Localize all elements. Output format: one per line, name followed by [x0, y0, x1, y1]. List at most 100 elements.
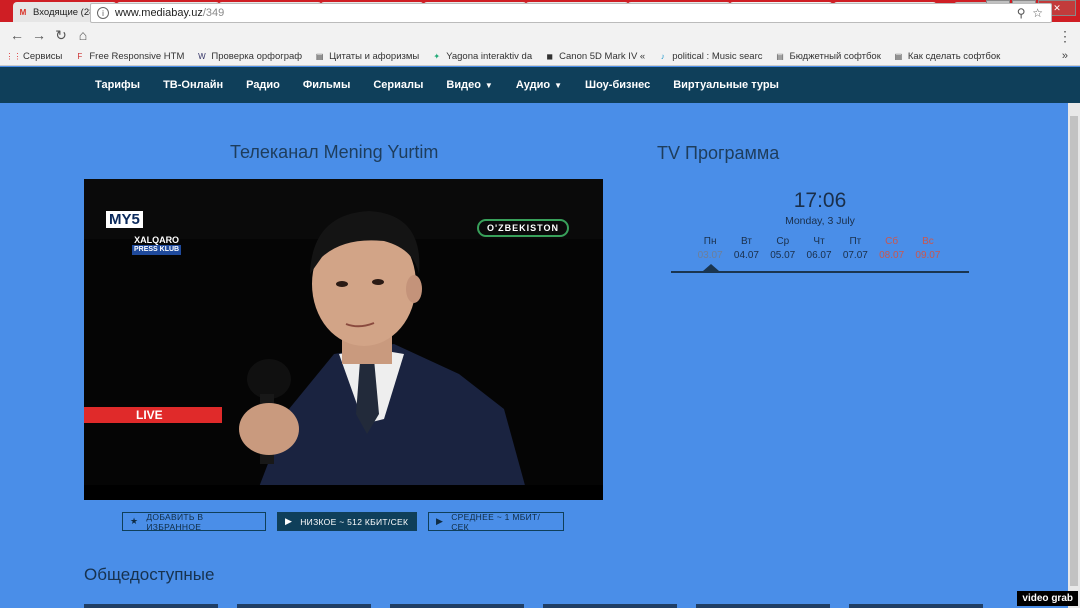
- nav-item[interactable]: Радио: [246, 79, 280, 91]
- day-tab[interactable]: Сб 08.07: [873, 236, 909, 261]
- bookmark-page-icon: ▤: [315, 52, 324, 61]
- card-strip: [543, 604, 677, 608]
- tv-program-title: TV Программа: [657, 143, 780, 163]
- bookmark-f-icon: F: [77, 52, 83, 61]
- day-name: Вт: [740, 236, 752, 247]
- medium-quality-button[interactable]: ▶ СРЕДНЕЕ ~ 1 МБИТ/СЕК: [428, 512, 564, 532]
- day-name: Пн: [703, 236, 717, 247]
- day-date: 04.07: [733, 250, 759, 261]
- omnibox-actions: ⚲ ☆: [1017, 6, 1043, 20]
- card-strip: [849, 604, 983, 608]
- nav-item-label: Виртуальные туры: [673, 79, 779, 91]
- bookmark-page-icon: ▤: [776, 52, 784, 61]
- apps-icon: ⋮⋮: [5, 52, 22, 61]
- nav-item[interactable]: ТВ-Онлайн: [163, 79, 223, 91]
- nav-item-label: Видео: [446, 79, 481, 91]
- nav-item[interactable]: Виртуальные туры: [673, 79, 779, 91]
- bookmark-item[interactable]: F Free Responsive HTM: [74, 51, 184, 62]
- reload-icon[interactable]: ↻: [50, 27, 72, 44]
- day-selector-line: [671, 271, 969, 273]
- uzbekistan-channel-logo: O'ZBEKISTON: [477, 219, 569, 237]
- day-name: Вс: [922, 236, 934, 247]
- browser-menu-icon[interactable]: ⋮: [1058, 28, 1072, 45]
- section-title: Общедоступные: [84, 565, 215, 584]
- forward-icon[interactable]: →: [28, 27, 50, 43]
- nav-item[interactable]: Тарифы: [95, 79, 140, 91]
- info-icon[interactable]: i: [97, 7, 109, 19]
- day-name: Ср: [776, 236, 790, 247]
- card-strip: [237, 604, 371, 608]
- address-bar[interactable]: i www.mediabay.uz/349 ⚲ ☆: [90, 3, 1052, 23]
- day-date: 08.07: [879, 250, 905, 261]
- day-selector: Пн 03.07 Вт 04.07 Ср 05.07 Чт 06.07 Пт 07.07 Сб 08.…: [692, 236, 946, 261]
- live-badge: LIVE: [84, 407, 222, 423]
- bookmark-label: Проверка орфограф: [211, 51, 303, 62]
- day-tab[interactable]: Вт 04.07: [728, 236, 764, 261]
- nav-item[interactable]: Фильмы: [303, 79, 350, 91]
- low-quality-button[interactable]: ▶ НИЗКОЕ ~ 512 КБИТ/СЕК: [277, 512, 417, 531]
- bookmark-item[interactable]: ▤ Как сделать софтбок: [893, 51, 1001, 62]
- play-icon: ▶: [285, 516, 293, 526]
- bookmarks-bar: ⋮⋮ Сервисы F Free Responsive HTM W Проверка о…: [0, 48, 1080, 66]
- current-date: Monday, 3 July: [785, 215, 855, 227]
- bookmark-item[interactable]: ✦ Yagona interaktiv da: [431, 51, 532, 62]
- bookmark-w-icon: W: [198, 52, 206, 61]
- nav-item-label: Сериалы: [373, 79, 424, 91]
- bookmark-item[interactable]: ▤ Бюджетный софтбок: [775, 51, 881, 62]
- bookmark-item[interactable]: ◼ Canon 5D Mark IV «: [544, 51, 645, 62]
- bookmark-label: political : Music searc: [672, 51, 763, 62]
- nav-item[interactable]: Видео ▼: [446, 79, 492, 91]
- chevron-down-icon: ▼: [484, 80, 493, 90]
- video-player[interactable]: MY5 XALQARO PRESS KLUB O'ZBEKISTON LIVE: [84, 179, 603, 500]
- day-tab[interactable]: Чт 06.07: [801, 236, 837, 261]
- bookmark-camera-icon: ◼: [546, 52, 553, 61]
- card-strip: [390, 604, 524, 608]
- bookmark-item[interactable]: ♪ political : Music searc: [657, 51, 763, 62]
- nav-item[interactable]: Сериалы: [373, 79, 423, 91]
- bookmark-label: Как сделать софтбок: [907, 51, 1001, 62]
- url-host: www.mediabay.uz: [115, 7, 203, 19]
- scrollbar-thumb[interactable]: [1070, 116, 1078, 586]
- nav-item[interactable]: Шоу-бизнес: [585, 79, 650, 91]
- bookmark-item[interactable]: W Проверка орфограф: [196, 51, 302, 62]
- bookmark-music-icon: ♪: [660, 52, 665, 61]
- gmail-icon: M: [19, 7, 27, 17]
- url-path: /349: [202, 7, 225, 19]
- back-icon[interactable]: ←: [6, 27, 28, 43]
- chevron-down-icon: ▼: [554, 80, 563, 90]
- day-date: 06.07: [806, 250, 832, 261]
- day-tab[interactable]: Пн 03.07: [692, 236, 728, 261]
- bookmark-label: Yagona interaktiv da: [446, 51, 533, 62]
- bookmark-label: Цитаты и афоризмы: [329, 51, 420, 62]
- nav-item-label: Фильмы: [302, 79, 351, 91]
- card-strip: [84, 604, 218, 608]
- channel-title: Телеканал Mening Yurtim: [230, 142, 439, 162]
- day-date: 05.07: [770, 250, 796, 261]
- day-tab[interactable]: Пт 07.07: [837, 236, 873, 261]
- star-icon[interactable]: ☆: [1032, 6, 1043, 20]
- day-tab[interactable]: Ср 05.07: [765, 236, 801, 261]
- bookmark-label: Canon 5D Mark IV «: [559, 51, 646, 62]
- nav-item-label: Тарифы: [95, 79, 141, 91]
- play-icon: ▶: [436, 516, 444, 526]
- day-date: 07.07: [842, 250, 868, 261]
- nav-item[interactable]: Аудио ▼: [516, 79, 562, 91]
- day-date: 03.07: [697, 250, 723, 261]
- home-icon[interactable]: ⌂: [72, 27, 94, 43]
- bookmark-item[interactable]: ⋮⋮ Сервисы: [5, 51, 63, 62]
- day-tab[interactable]: Вс 09.07: [910, 236, 946, 261]
- selected-day-pointer: [703, 264, 719, 271]
- nav-item-label: Шоу-бизнес: [585, 79, 651, 91]
- bookmark-item[interactable]: ▤ Цитаты и афоризмы: [314, 51, 419, 62]
- bookmarks-overflow[interactable]: »: [1062, 50, 1068, 62]
- bookmark-label: Сервисы: [23, 51, 63, 62]
- add-favorite-button[interactable]: ★ ДОБАВИТЬ В ИЗБРАННОЕ: [122, 512, 266, 532]
- bookmark-leaf-icon: ✦: [433, 52, 441, 61]
- key-icon[interactable]: ⚲: [1017, 6, 1026, 20]
- day-date: 09.07: [915, 250, 941, 261]
- day-name: Чт: [813, 236, 825, 247]
- day-name: Пт: [849, 236, 862, 247]
- current-time: 17:06: [793, 189, 847, 212]
- card-strip: [696, 604, 830, 608]
- day-name: Сб: [885, 236, 899, 247]
